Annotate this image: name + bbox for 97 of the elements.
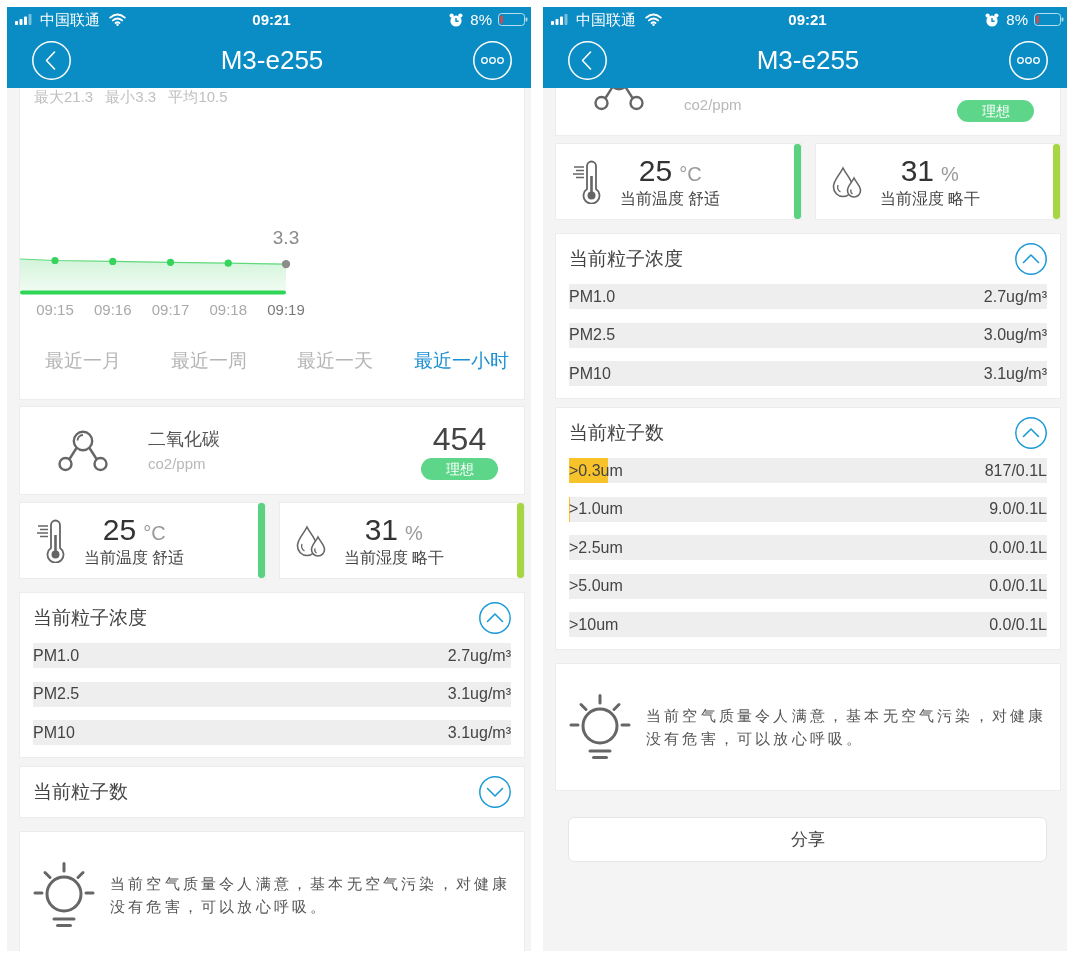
row-label: PM1.0 (33, 645, 80, 666)
collapse-button[interactable] (1015, 417, 1047, 449)
more-button[interactable] (473, 40, 512, 80)
section-title: 当前粒子数 (33, 780, 128, 804)
light-bulb-icon (33, 862, 95, 928)
page-title: M3-e255 (220, 45, 324, 75)
alarm-clock-icon (449, 12, 464, 27)
row-label: PM1.0 (569, 286, 616, 307)
row-label: PM2.5 (33, 684, 80, 704)
back-button[interactable] (32, 40, 71, 80)
section-title: 当前粒子浓度 (33, 606, 147, 630)
light-bulb-icon (569, 694, 631, 760)
collapse-button[interactable] (1015, 243, 1047, 275)
wifi-icon (109, 13, 126, 26)
row-value: 3.1ug/m³ (983, 363, 1047, 384)
water-drops-icon (831, 165, 862, 198)
share-button[interactable]: 分享 (568, 817, 1047, 862)
axis-label: 09:18 (209, 301, 247, 319)
reading-value: 25 (638, 153, 673, 188)
alarm-clock-icon (985, 12, 1000, 27)
signal-icon (551, 14, 569, 25)
carrier-name: 中国联通 (40, 10, 100, 29)
wifi-icon (645, 13, 662, 26)
row-value: 3.1ug/m³ (447, 684, 511, 704)
period-tab[interactable]: 最近一周 (171, 349, 247, 373)
chevron-up-icon (1015, 417, 1047, 449)
row-value: 0.0/0.1L (989, 576, 1047, 596)
molecule-icon (58, 429, 108, 472)
axis-label: 09:19 (267, 301, 305, 319)
unit-label: °C (679, 161, 702, 186)
clock-time: 09:21 (788, 10, 827, 29)
battery-icon (498, 13, 528, 26)
clock-time: 09:21 (252, 10, 291, 29)
row-label: >1.0um (569, 499, 623, 519)
reading-value: 454 (432, 421, 487, 457)
thermometer-icon (36, 518, 66, 563)
section-title: 当前粒子数 (569, 421, 664, 445)
reading-value: 31 (900, 153, 934, 188)
reading-value: 25 (102, 512, 137, 547)
back-button[interactable] (568, 40, 607, 80)
unit-label: co2/ppm (148, 455, 207, 473)
status-badge: 理想 (957, 100, 1034, 122)
molecule-icon (594, 88, 644, 111)
back-icon (32, 40, 71, 80)
period-tab[interactable]: 最近一月 (45, 349, 121, 373)
unit-label: % (405, 520, 423, 545)
row-value: 0.0/0.1L (989, 614, 1047, 635)
row-value: 817/0.1L (984, 460, 1047, 481)
water-drops-icon (295, 524, 326, 557)
more-icon (1009, 40, 1048, 80)
chevron-down-icon (479, 776, 511, 808)
row-value: 9.0/0.1L (989, 499, 1047, 519)
reading-value: 31 (364, 512, 398, 547)
back-icon (568, 40, 607, 80)
battery-icon (1034, 13, 1064, 26)
row-value: 2.7ug/m³ (447, 645, 511, 666)
unit-label: °C (143, 520, 166, 545)
expand-button[interactable] (479, 776, 511, 808)
reading-label: 当前温度 舒适 (84, 547, 185, 568)
row-value: 2.7ug/m³ (983, 286, 1047, 307)
unit-label: % (941, 161, 959, 186)
battery-percent: 8% (470, 10, 492, 29)
row-value: 3.1ug/m³ (447, 722, 511, 743)
advice-text: 当前空气质量令人满意，基本无空气污染，对健康没有危害，可以放心呼吸。 (110, 874, 512, 917)
row-value: 0.0/0.1L (989, 537, 1047, 558)
section-title: 当前粒子浓度 (569, 247, 683, 271)
carrier-name: 中国联通 (576, 10, 636, 29)
row-value: 3.0ug/m³ (983, 325, 1047, 345)
reading-label: 当前湿度 略干 (343, 547, 444, 568)
status-badge: 理想 (421, 458, 498, 480)
signal-icon (15, 14, 33, 25)
more-button[interactable] (1009, 40, 1048, 80)
period-tab[interactable]: 最近一天 (297, 349, 373, 373)
collapse-button[interactable] (479, 602, 511, 634)
data-label: 3.3 (272, 228, 300, 248)
row-label: >10um (569, 614, 619, 635)
axis-label: 09:17 (151, 301, 190, 319)
advice-text: 当前空气质量令人满意，基本无空气污染，对健康没有危害，可以放心呼吸。 (646, 706, 1048, 749)
chevron-up-icon (479, 602, 511, 634)
more-icon (473, 40, 512, 80)
thermometer-icon (572, 159, 602, 204)
period-tab[interactable]: 最近一小时 (413, 349, 509, 373)
axis-label: 09:15 (36, 301, 74, 319)
row-label: >5.0um (569, 576, 623, 596)
gas-name: 二氧化碳 (148, 428, 220, 450)
unit-label: co2/ppm (684, 95, 742, 115)
battery-percent: 8% (1006, 10, 1028, 29)
reading-label: 当前温度 舒适 (620, 188, 721, 209)
reading-label: 当前湿度 略干 (879, 188, 980, 209)
row-label: PM10 (569, 363, 611, 384)
page-title: M3-e255 (756, 45, 860, 75)
chevron-up-icon (1015, 243, 1047, 275)
chart-stats: 最大21.3 最小3.3 平均10.5 (33, 88, 229, 105)
row-label: >2.5um (569, 537, 623, 558)
row-label: PM2.5 (569, 325, 616, 345)
axis-label: 09:16 (94, 301, 132, 319)
row-label: PM10 (33, 722, 75, 743)
